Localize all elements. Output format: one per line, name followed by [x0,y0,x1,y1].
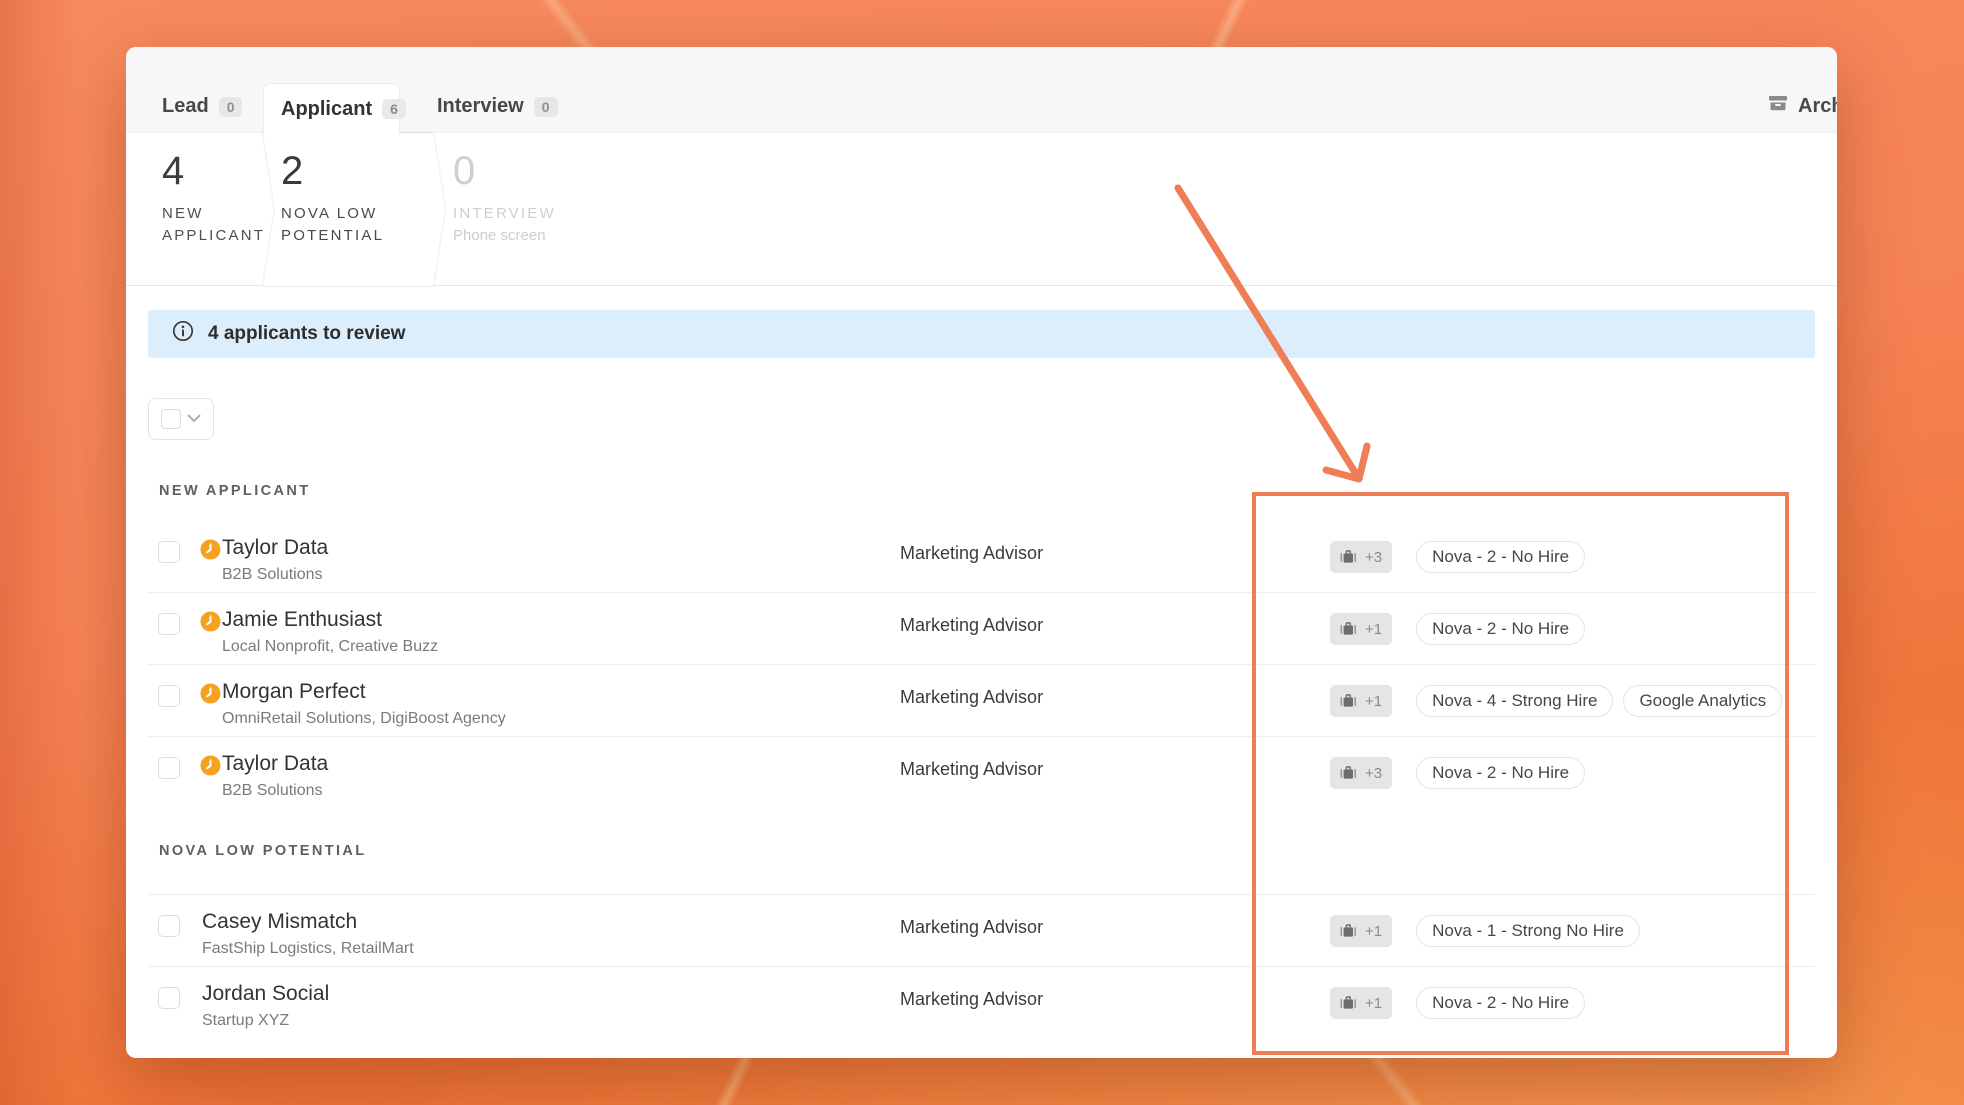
tag-pill[interactable]: Google Analytics [1623,685,1782,717]
stage-sublabel: Phone screen [453,225,603,247]
row-checkbox[interactable] [158,613,180,635]
briefcase-icon [1340,622,1362,637]
archive-button[interactable]: Archi [1768,93,1837,119]
select-all-checkbox[interactable] [161,409,181,429]
tab-interview[interactable]: Interview 0 [437,95,558,118]
pending-clock-icon [200,611,221,632]
row-checkbox[interactable] [158,915,180,937]
chevron-down-icon [187,410,201,428]
candidate-companies: B2B Solutions [222,566,328,584]
tab-lead[interactable]: Lead 0 [162,95,242,118]
list-toolbar [148,398,1837,440]
job-title: Marketing Advisor [900,759,1043,780]
stage-label: INTERVIEW [453,203,603,225]
stage-count: 2 [281,151,445,191]
job-title: Marketing Advisor [900,989,1043,1010]
candidate-companies: OmniRetail Solutions, DigiBoost Agency [222,710,506,728]
row-checkbox[interactable] [158,987,180,1009]
jobs-count: +1 [1365,995,1382,1012]
candidate-row-taylor-data-2[interactable]: Taylor Data B2B Solutions Marketing Advi… [148,737,1815,809]
stage-interview[interactable]: 0 INTERVIEW Phone screen [453,151,603,247]
candidate-name[interactable]: Jordan Social [202,982,329,1006]
tab-interview-count: 0 [534,97,558,117]
jobs-count-badge[interactable]: +1 [1330,987,1392,1019]
row-checkbox[interactable] [158,685,180,707]
candidate-name[interactable]: Taylor Data [222,536,328,560]
candidate-companies: FastShip Logistics, RetailMart [202,940,414,958]
stage-card-wrap: 2 NOVA LOW POTENTIAL [263,133,445,286]
candidate-companies: Local Nonprofit, Creative Buzz [222,638,438,656]
candidate-companies: B2B Solutions [222,782,328,800]
stage-label: NOVA LOW POTENTIAL [281,203,421,247]
tag-pill[interactable]: Nova - 2 - No Hire [1416,987,1585,1019]
candidate-row-morgan-perfect[interactable]: Morgan Perfect OmniRetail Solutions, Dig… [148,665,1815,737]
job-title: Marketing Advisor [900,615,1043,636]
archive-box-icon [1768,93,1788,119]
jobs-count-badge[interactable]: +1 [1330,613,1392,645]
job-title: Marketing Advisor [900,917,1043,938]
row-checkbox[interactable] [158,541,180,563]
tab-applicant-label: Applicant [281,98,372,121]
briefcase-icon [1340,694,1362,709]
candidate-list: Taylor Data B2B Solutions Marketing Advi… [126,521,1837,809]
tab-applicant-count: 6 [382,99,406,119]
jobs-count-badge[interactable]: +1 [1330,915,1392,947]
tab-lead-label: Lead [162,95,209,118]
candidate-name[interactable]: Taylor Data [222,752,328,776]
tab-applicant[interactable]: Applicant 6 [263,83,400,134]
archive-label: Archi [1798,95,1837,118]
info-circle-icon [172,320,194,348]
candidate-name[interactable]: Morgan Perfect [222,680,506,704]
jobs-count: +1 [1365,693,1382,710]
jobs-count: +3 [1365,549,1382,566]
tag-pill[interactable]: Nova - 2 - No Hire [1416,757,1585,789]
pending-clock-icon [200,755,221,776]
pending-clock-icon [200,683,221,704]
pipeline-header: Lead 0 Applicant 6 Interview 0 Archi 4 N… [126,47,1837,286]
briefcase-icon [1340,550,1362,565]
briefcase-icon [1340,996,1362,1011]
jobs-count-badge[interactable]: +1 [1330,685,1392,717]
tag-pill[interactable]: Nova - 4 - Strong Hire [1416,685,1613,717]
briefcase-icon [1340,924,1362,939]
stage-count: 0 [453,151,603,191]
job-title: Marketing Advisor [900,543,1043,564]
briefcase-icon [1340,766,1362,781]
section-header-nova-low-potential: NOVA LOW POTENTIAL [159,843,1837,859]
review-banner-text: 4 applicants to review [208,323,405,345]
candidate-row-jamie-enthusiast[interactable]: Jamie Enthusiast Local Nonprofit, Creati… [148,593,1815,665]
ats-window: Lead 0 Applicant 6 Interview 0 Archi 4 N… [126,47,1837,1058]
candidate-name[interactable]: Jamie Enthusiast [222,608,438,632]
job-title: Marketing Advisor [900,687,1043,708]
pending-clock-icon [200,539,221,560]
jobs-count: +1 [1365,621,1382,638]
jobs-count: +3 [1365,765,1382,782]
tab-interview-label: Interview [437,95,524,118]
jobs-count: +1 [1365,923,1382,940]
candidate-list-2: Casey Mismatch FastShip Logistics, Retai… [126,895,1837,1039]
stage-nova-low-potential[interactable]: 2 NOVA LOW POTENTIAL [263,133,445,286]
section-header-new-applicant: NEW APPLICANT [159,483,1837,499]
jobs-count-badge[interactable]: +3 [1330,541,1392,573]
candidate-row-taylor-data-1[interactable]: Taylor Data B2B Solutions Marketing Advi… [148,521,1815,593]
candidate-name[interactable]: Casey Mismatch [202,910,414,934]
candidate-companies: Startup XYZ [202,1012,329,1030]
candidate-row-jordan-social[interactable]: Jordan Social Startup XYZ Marketing Advi… [148,967,1815,1039]
tag-pill[interactable]: Nova - 2 - No Hire [1416,541,1585,573]
jobs-count-badge[interactable]: +3 [1330,757,1392,789]
review-banner: 4 applicants to review [148,310,1815,358]
tag-pill[interactable]: Nova - 1 - Strong No Hire [1416,915,1640,947]
row-checkbox[interactable] [158,757,180,779]
candidate-row-casey-mismatch[interactable]: Casey Mismatch FastShip Logistics, Retai… [148,895,1815,967]
tag-pill[interactable]: Nova - 2 - No Hire [1416,613,1585,645]
tab-lead-count: 0 [219,97,243,117]
select-all-dropdown[interactable] [148,398,214,440]
